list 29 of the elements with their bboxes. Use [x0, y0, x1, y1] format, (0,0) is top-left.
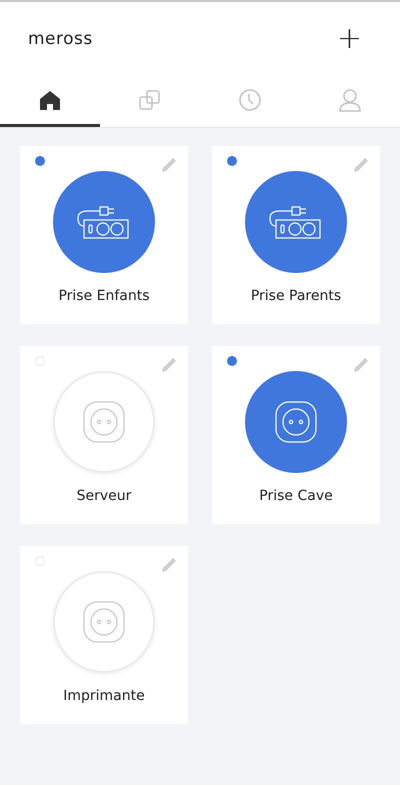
- edit-button[interactable]: [352, 356, 370, 374]
- person-icon: [338, 88, 362, 112]
- clock-icon: [238, 88, 262, 112]
- pencil-icon: [160, 156, 178, 174]
- edit-button[interactable]: [160, 356, 178, 374]
- device-card[interactable]: Prise Enfants: [20, 146, 188, 324]
- device-card[interactable]: Imprimante: [20, 546, 188, 724]
- device-card[interactable]: Prise Cave: [212, 346, 380, 524]
- app-title: meross: [28, 28, 93, 48]
- add-button[interactable]: +: [330, 24, 368, 54]
- device-name: Serveur: [76, 488, 132, 504]
- edit-button[interactable]: [160, 556, 178, 574]
- pencil-icon: [160, 356, 178, 374]
- pencil-icon: [352, 156, 370, 174]
- pencil-icon: [352, 356, 370, 374]
- device-name: Prise Cave: [259, 488, 333, 504]
- socket-icon: [273, 399, 319, 445]
- socket-icon: [81, 399, 127, 445]
- device-card[interactable]: Serveur: [20, 346, 188, 524]
- home-icon: [39, 90, 61, 110]
- device-name: Prise Enfants: [58, 288, 150, 304]
- edit-button[interactable]: [160, 156, 178, 174]
- pencil-icon: [160, 556, 178, 574]
- squares-icon: [138, 88, 162, 110]
- device-card[interactable]: Prise Parents: [212, 146, 380, 324]
- device-name: Imprimante: [63, 688, 145, 704]
- socket-icon: [81, 599, 127, 645]
- edit-button[interactable]: [352, 156, 370, 174]
- device-name: Prise Parents: [250, 288, 342, 304]
